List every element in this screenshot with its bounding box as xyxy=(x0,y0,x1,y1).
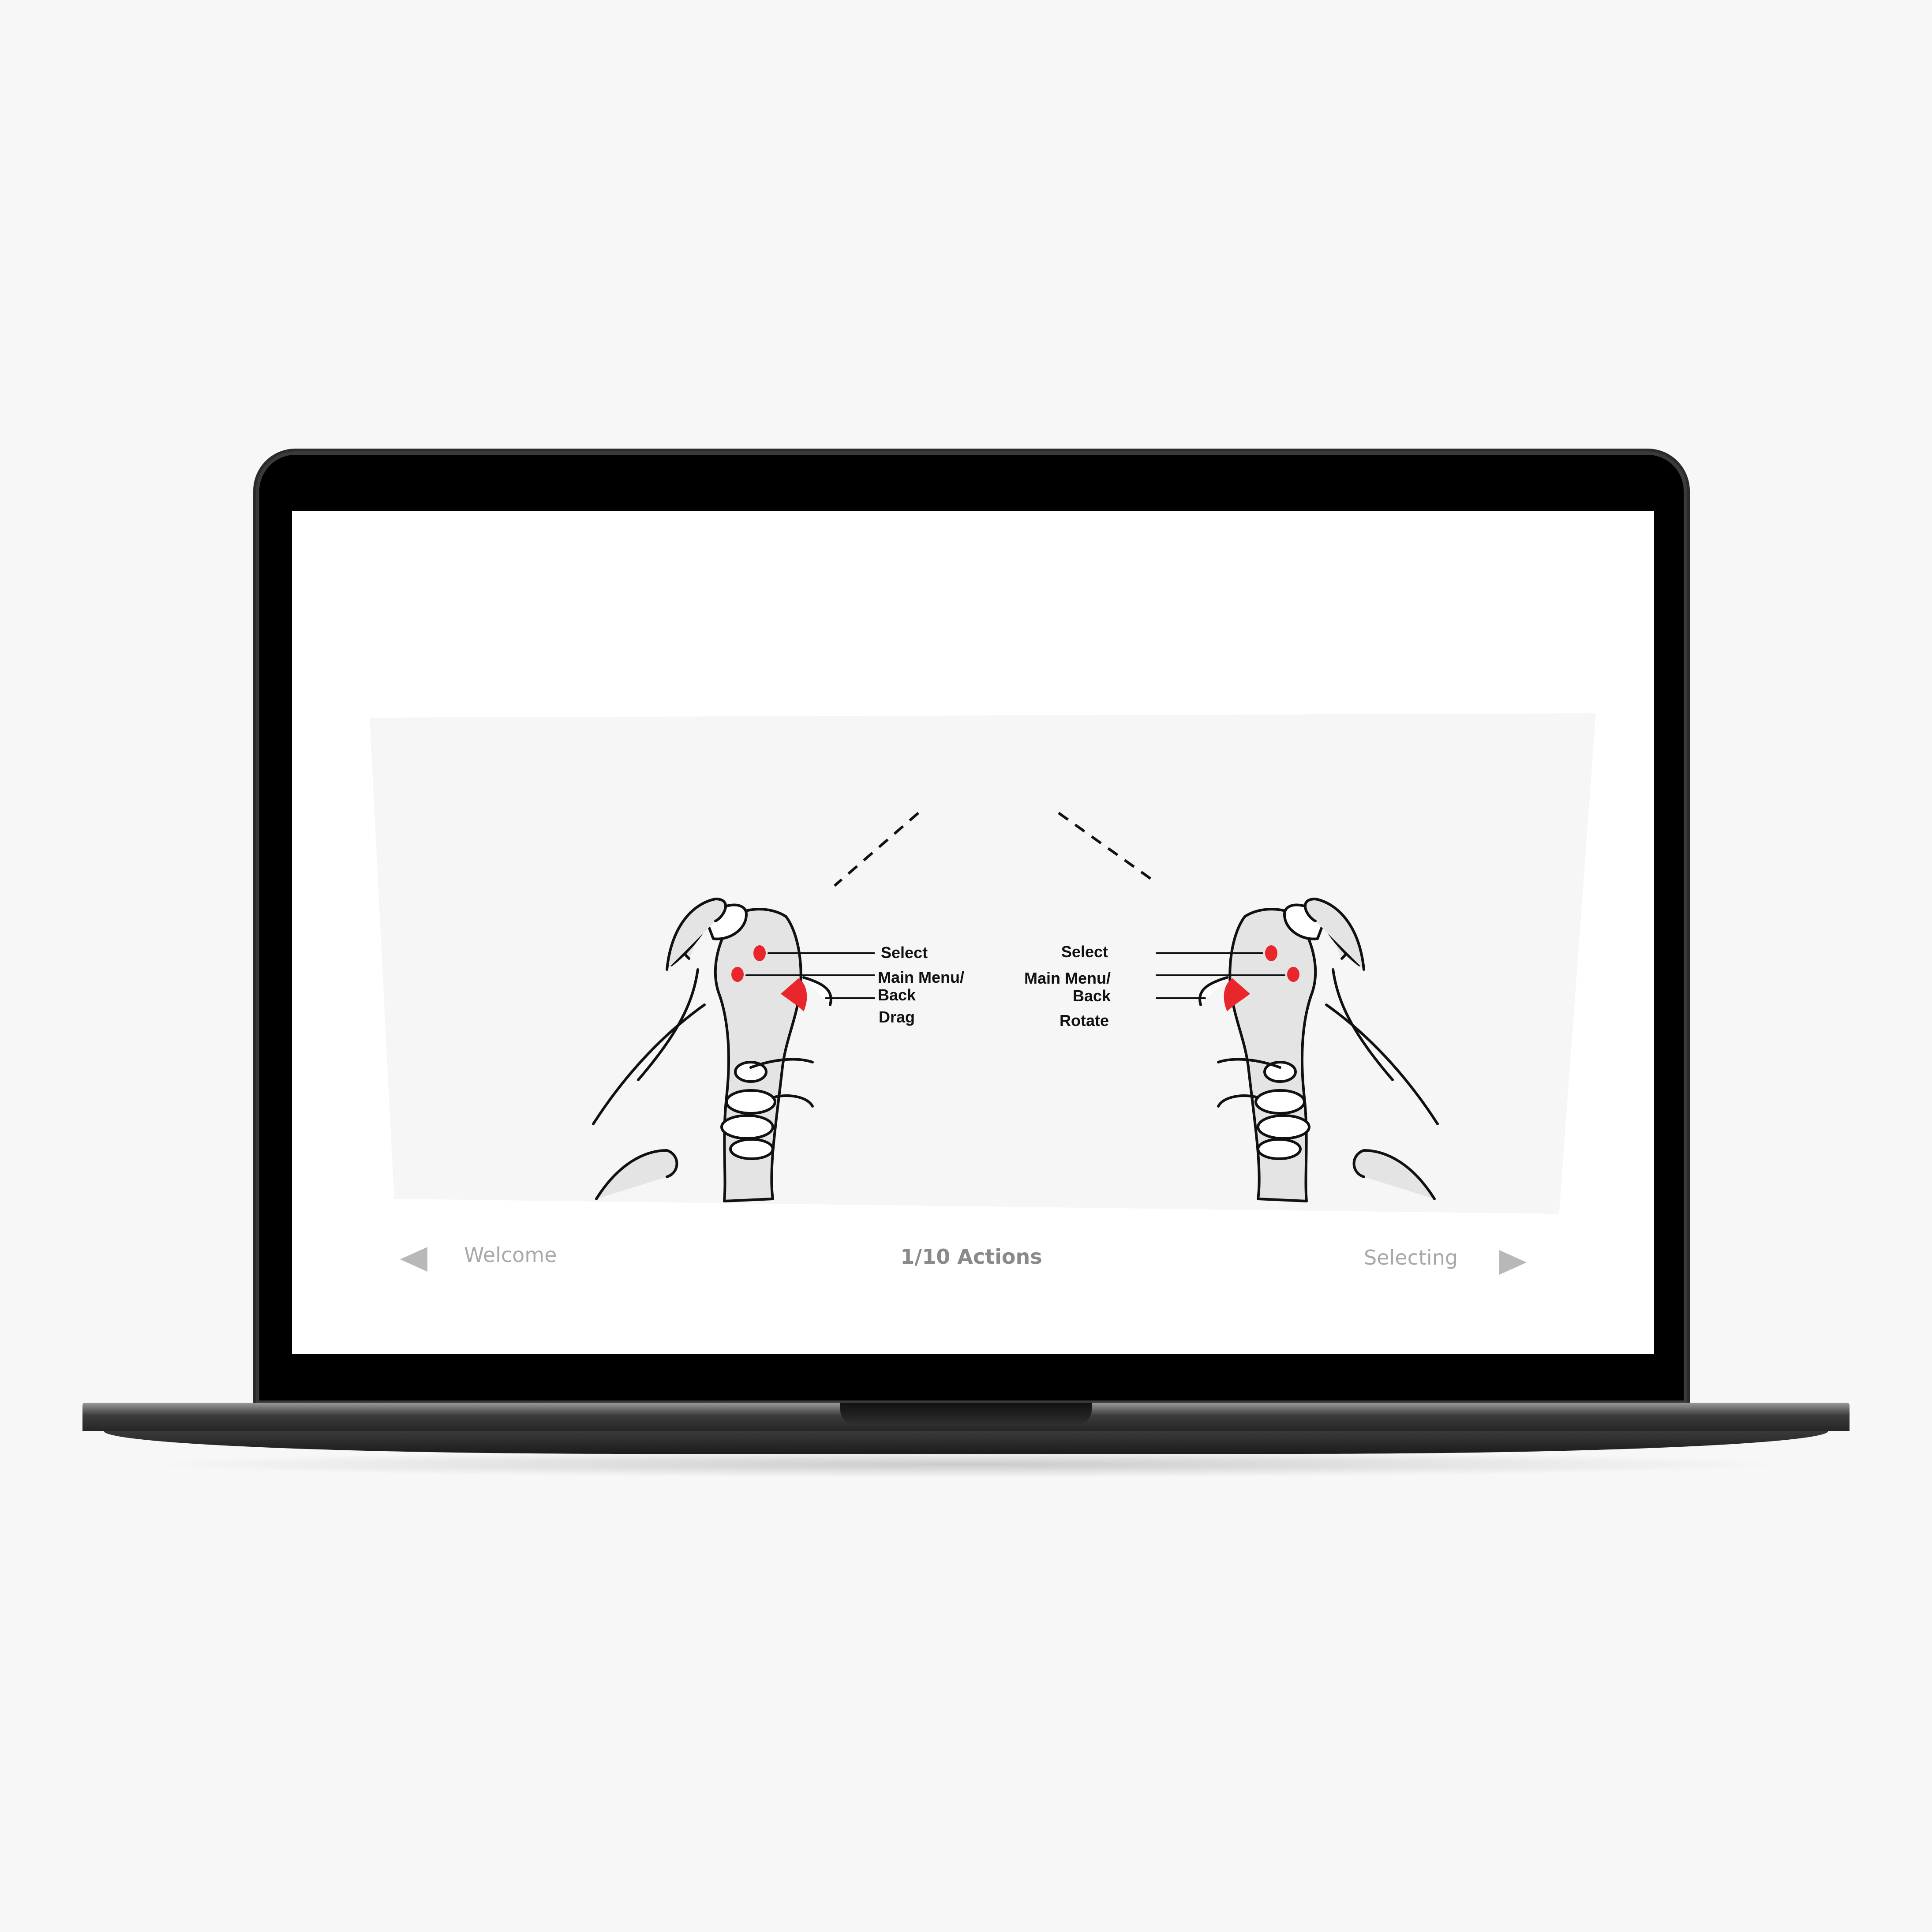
left-guide-line xyxy=(834,812,919,887)
triangle-right-icon[interactable] xyxy=(1499,1250,1527,1275)
left-menu-callout: Main Menu/ Back xyxy=(878,969,964,1004)
laptop-notch xyxy=(840,1403,1092,1425)
right-menu-callout: Main Menu/ Back xyxy=(998,970,1111,1005)
controller-illustration xyxy=(592,812,1439,1202)
right-menu-button xyxy=(1287,967,1299,982)
left-hand-outline xyxy=(592,1003,706,1125)
step-counter: 1/10 Actions xyxy=(900,1245,1042,1269)
right-rotate-callout: Rotate xyxy=(1059,1011,1109,1030)
left-controller xyxy=(592,898,875,1202)
right-hand-outline xyxy=(1325,1003,1439,1125)
right-menu-callout-line1: Main Menu/ xyxy=(1024,969,1111,987)
laptop-shadow xyxy=(132,1451,1800,1478)
left-menu-callout-line1: Main Menu/ xyxy=(878,968,964,986)
right-select-callout: Select xyxy=(1061,943,1108,961)
right-menu-callout-line2: Back xyxy=(1072,987,1111,1005)
prev-step-button[interactable]: Welcome xyxy=(464,1243,557,1267)
left-menu-button xyxy=(731,967,744,982)
right-select-button xyxy=(1265,945,1277,961)
left-select-button xyxy=(753,945,766,961)
right-controller xyxy=(1156,898,1439,1202)
next-step-button[interactable]: Selecting xyxy=(1364,1246,1458,1269)
triangle-left-icon[interactable] xyxy=(400,1247,427,1272)
right-guide-line xyxy=(1058,812,1155,883)
left-select-callout: Select xyxy=(881,944,928,962)
screen: Select Main Menu/ Back Drag Select Main … xyxy=(292,511,1654,1354)
left-drag-callout: Drag xyxy=(879,1008,915,1026)
left-menu-callout-line2: Back xyxy=(878,986,916,1004)
laptop-mockup: Select Main Menu/ Back Drag Select Main … xyxy=(0,0,1932,1932)
laptop-base-edge xyxy=(104,1431,1828,1454)
